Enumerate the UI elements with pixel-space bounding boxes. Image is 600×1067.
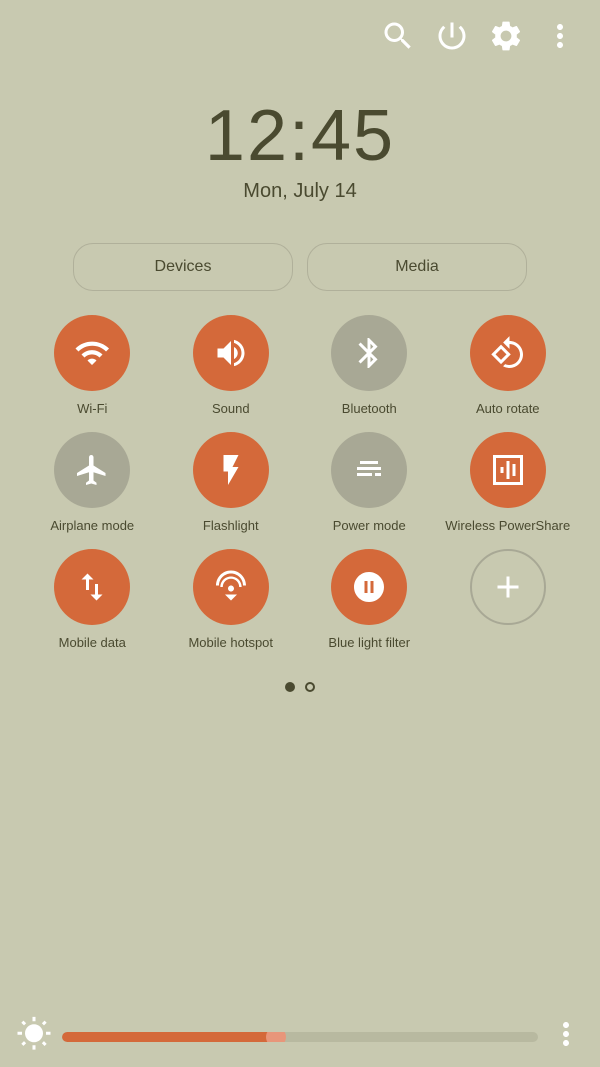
- add-icon-circle[interactable]: [470, 549, 546, 625]
- tiles-grid: Wi-Fi Sound Bluetooth Auto rotate Airpla…: [0, 315, 600, 652]
- wireless-label: Wireless PowerShare: [445, 518, 570, 535]
- sound-label: Sound: [212, 401, 250, 418]
- powermode-tile[interactable]: Power mode: [305, 432, 434, 535]
- bluelight-label: Blue light filter: [328, 635, 410, 652]
- search-icon[interactable]: [380, 18, 416, 60]
- power-icon[interactable]: [434, 18, 470, 60]
- autorotate-label: Auto rotate: [476, 401, 540, 418]
- hotspot-icon-circle: [193, 549, 269, 625]
- top-bar: [0, 0, 600, 70]
- device-media-row: Devices Media: [0, 223, 600, 315]
- brightness-sun-icon: [16, 1016, 52, 1058]
- clock-time: 12:45: [0, 100, 600, 172]
- mobiledata-tile[interactable]: Mobile data: [28, 549, 157, 652]
- devices-tab[interactable]: Devices: [73, 243, 293, 291]
- add-tile[interactable]: [444, 549, 573, 652]
- sound-tile[interactable]: Sound: [167, 315, 296, 418]
- wifi-tile[interactable]: Wi-Fi: [28, 315, 157, 418]
- dot-2: [305, 682, 315, 692]
- settings-icon[interactable]: [488, 18, 524, 60]
- powermode-icon-circle: [331, 432, 407, 508]
- brightness-fill: [62, 1032, 276, 1042]
- wireless-tile[interactable]: Wireless PowerShare: [444, 432, 573, 535]
- brightness-bar[interactable]: [0, 1007, 600, 1067]
- airplane-icon-circle: [54, 432, 130, 508]
- autorotate-tile[interactable]: Auto rotate: [444, 315, 573, 418]
- bluetooth-label: Bluetooth: [342, 401, 397, 418]
- clock-section: 12:45 Mon, July 14: [0, 70, 600, 223]
- dot-1: [285, 682, 295, 692]
- clock-date: Mon, July 14: [0, 180, 600, 203]
- airplane-tile[interactable]: Airplane mode: [28, 432, 157, 535]
- wifi-label: Wi-Fi: [77, 401, 107, 418]
- flashlight-tile[interactable]: Flashlight: [167, 432, 296, 535]
- mobiledata-label: Mobile data: [59, 635, 126, 652]
- brightness-track[interactable]: [62, 1032, 538, 1042]
- hotspot-tile[interactable]: Mobile hotspot: [167, 549, 296, 652]
- flashlight-label: Flashlight: [203, 518, 259, 535]
- hotspot-label: Mobile hotspot: [188, 635, 273, 652]
- airplane-label: Airplane mode: [50, 518, 134, 535]
- bluelight-tile[interactable]: Blue light filter: [305, 549, 434, 652]
- brightness-more-icon[interactable]: [548, 1016, 584, 1058]
- autorotate-icon-circle: [470, 315, 546, 391]
- wifi-icon-circle: [54, 315, 130, 391]
- brightness-thumb: [266, 1032, 286, 1042]
- bluetooth-icon-circle: [331, 315, 407, 391]
- media-tab[interactable]: Media: [307, 243, 527, 291]
- bluelight-icon-circle: [331, 549, 407, 625]
- bluetooth-tile[interactable]: Bluetooth: [305, 315, 434, 418]
- mobiledata-icon-circle: [54, 549, 130, 625]
- more-icon[interactable]: [542, 18, 578, 60]
- flashlight-icon-circle: [193, 432, 269, 508]
- sound-icon-circle: [193, 315, 269, 391]
- wireless-icon-circle: [470, 432, 546, 508]
- powermode-label: Power mode: [333, 518, 406, 535]
- page-dots: [0, 682, 600, 692]
